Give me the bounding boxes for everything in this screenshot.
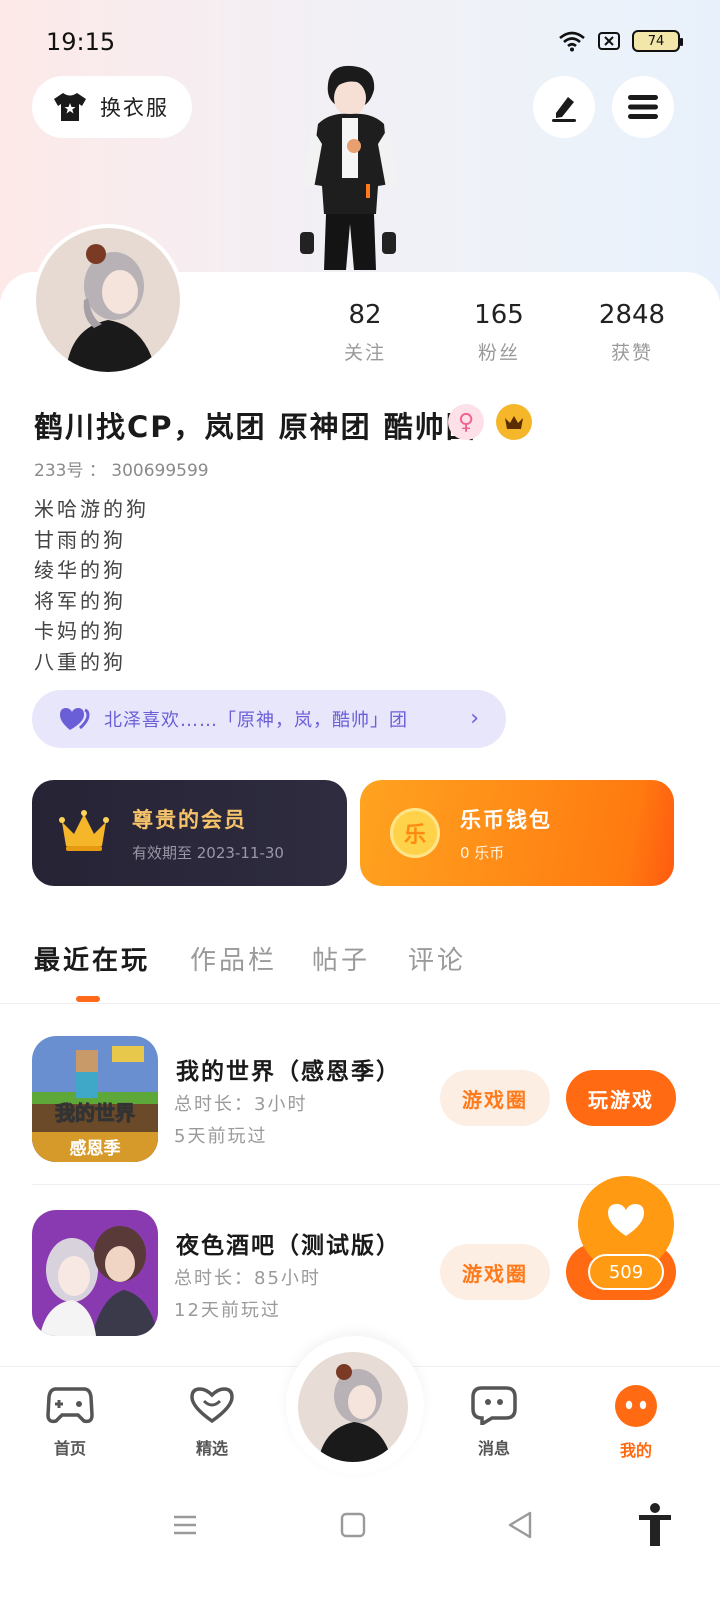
guild-text: 北泽喜欢……「原神，岚，酷帅」团 <box>104 710 408 731</box>
sim-off-icon <box>598 32 620 50</box>
game-icon-subtitle: 感恩季 <box>70 1138 121 1159</box>
change-outfit-button[interactable]: 换衣服 <box>32 76 192 138</box>
system-navigation-bar <box>0 1482 720 1600</box>
me-face-icon <box>615 1385 657 1427</box>
gold-crown-icon <box>59 810 109 851</box>
stat-likes[interactable]: 2848 获赞 <box>577 300 687 365</box>
nav-label: 我的 <box>619 1441 652 1460</box>
edit-profile-button[interactable] <box>533 76 595 138</box>
status-icons: 74 <box>558 30 683 52</box>
game-last-played: 5天前玩过 <box>174 1126 268 1147</box>
game-name: 我的世界（感恩季） <box>176 1059 401 1085</box>
nav-label: 首页 <box>53 1439 86 1458</box>
bio-line: 米哈游的狗 <box>34 497 149 521</box>
center-avatar-button[interactable] <box>298 1352 408 1462</box>
play-game-button[interactable]: 玩游戏 <box>566 1070 676 1126</box>
tab-comments[interactable]: 评论 <box>408 940 466 977</box>
change-outfit-label: 换衣服 <box>100 96 169 120</box>
game-row[interactable]: 我的世界 感恩季 我的世界（感恩季） 总时长：3小时 5天前玩过 游戏圈 玩游戏 <box>32 1036 692 1166</box>
coin-wallet-card[interactable]: 乐 乐币钱包 0 乐币 <box>360 780 674 886</box>
active-tab-indicator <box>76 996 100 1002</box>
hamburger-icon <box>628 95 658 119</box>
like-count: 509 <box>588 1254 664 1290</box>
uid-value: 300699599 <box>111 461 209 481</box>
vip-membership-card[interactable]: 尊贵的会员 有效期至 2023-11-30 <box>32 780 347 886</box>
back-icon[interactable] <box>506 1510 534 1540</box>
profile-nickname: 鹤川找CP，岚团 原神团 酷帅团 <box>34 410 477 444</box>
bio-line: 绫华的狗 <box>34 558 126 582</box>
game-last-played: 12天前玩过 <box>174 1300 281 1321</box>
nav-messages[interactable]: 消息 <box>454 1385 534 1459</box>
stat-label: 关注 <box>343 342 386 364</box>
guild-banner[interactable]: 北泽喜欢……「原神，岚，酷帅」团 › <box>32 690 506 748</box>
nav-label: 消息 <box>477 1439 510 1458</box>
stat-value: 2848 <box>598 300 666 330</box>
avatar-character-illustration <box>300 65 398 270</box>
home-icon[interactable] <box>340 1512 366 1538</box>
vip-title: 尊贵的会员 <box>132 808 247 832</box>
game-icon-night-bar <box>32 1210 158 1336</box>
avatar-image <box>36 228 180 372</box>
accessibility-icon[interactable] <box>636 1502 674 1548</box>
game-icon-minecraft: 我的世界 感恩季 <box>32 1036 158 1162</box>
game-circle-button[interactable]: 游戏圈 <box>440 1070 550 1126</box>
game-icon-title: 我的世界 <box>55 1101 135 1125</box>
menu-button[interactable] <box>612 76 674 138</box>
tab-works[interactable]: 作品栏 <box>190 940 277 977</box>
recent-apps-icon[interactable] <box>172 1512 198 1538</box>
tshirt-icon <box>54 93 86 121</box>
coin-icon: 乐 <box>390 808 440 858</box>
stat-following[interactable]: 82 关注 <box>310 300 420 365</box>
tab-recently-played[interactable]: 最近在玩 <box>34 940 150 977</box>
stat-label: 粉丝 <box>477 342 520 364</box>
avatar-image <box>298 1352 408 1462</box>
user-id[interactable]: 233号 ： 300699599 <box>34 456 209 481</box>
heart-shield-icon <box>190 1387 234 1424</box>
stat-followers[interactable]: 165 粉丝 <box>444 300 554 365</box>
game-name: 夜色酒吧（测试版） <box>176 1233 401 1259</box>
bio-line: 八重的狗 <box>34 649 126 674</box>
bio-line: 将军的狗 <box>34 588 126 613</box>
heart-filled-icon <box>608 1204 644 1236</box>
wallet-title: 乐币钱包 <box>460 808 552 832</box>
profile-tabs: 最近在玩 作品栏 帖子 评论 <box>0 932 720 1004</box>
heart-icon <box>60 708 90 730</box>
pencil-icon <box>552 97 576 122</box>
status-time: 19:15 <box>46 28 116 56</box>
stat-value: 82 <box>348 300 382 330</box>
battery-indicator: 74 <box>632 30 683 52</box>
vip-crown-badge[interactable] <box>496 404 532 440</box>
wallet-balance: 0 乐币 <box>460 844 505 862</box>
nav-label: 精选 <box>195 1439 228 1458</box>
bio-line: 甘雨的狗 <box>34 527 126 552</box>
vip-expiry: 有效期至 2023-11-30 <box>132 844 284 862</box>
bio-line: 卡妈的狗 <box>34 619 126 643</box>
wifi-icon <box>559 31 585 52</box>
profile-bio: 米哈游的狗 甘雨的狗 绫华的狗 将军的狗 卡妈的狗 八重的狗 <box>34 494 149 677</box>
game-circle-button[interactable]: 游戏圈 <box>440 1244 550 1300</box>
chevron-right-icon: › <box>470 706 480 731</box>
game-duration: 总时长：3小时 <box>174 1094 308 1115</box>
stat-label: 获赞 <box>610 342 653 364</box>
crown-icon <box>505 416 523 429</box>
tab-posts[interactable]: 帖子 <box>312 940 370 977</box>
game-duration: 总时长：85小时 <box>174 1268 321 1289</box>
gamepad-icon <box>46 1387 94 1424</box>
nav-home[interactable]: 首页 <box>30 1385 110 1459</box>
nav-me[interactable]: 我的 <box>596 1385 676 1461</box>
stat-value: 165 <box>474 300 524 330</box>
uid-label: 233号 <box>34 461 84 481</box>
profile-avatar[interactable] <box>32 224 184 376</box>
female-gender-badge: ♀ <box>448 404 484 440</box>
nav-featured[interactable]: 精选 <box>172 1385 252 1459</box>
chat-bubble-icon <box>471 1386 517 1428</box>
coin-char: 乐 <box>403 823 426 848</box>
uid-separator: ： <box>83 461 112 481</box>
